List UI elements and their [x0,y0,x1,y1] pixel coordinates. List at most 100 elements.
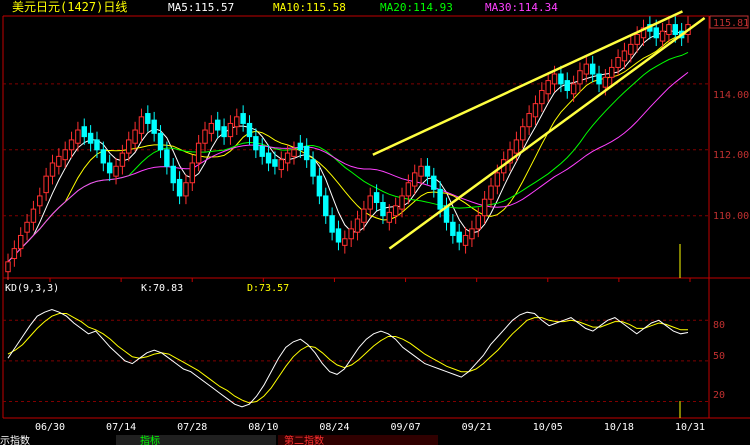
ma5-label: MA5:115.57 [168,1,234,14]
ma30-label: MA30:114.34 [485,1,558,14]
candle-up [666,24,672,35]
candle-up [615,57,621,68]
candle-up [520,126,526,141]
candle-down [246,122,253,138]
candle-up [278,159,284,171]
k-label: K:70.83 [141,283,183,294]
candle-up [628,43,634,55]
candle-up [56,155,62,167]
candle-up [75,129,81,144]
x-tick-label: 10/18 [604,422,634,433]
tab-indicator-label[interactable]: 指标 [140,434,160,445]
candle-up [609,66,615,78]
candle-up [126,139,132,154]
candle-down [596,73,602,85]
kd-ytick-20: 20 [713,390,725,401]
candle-down [100,149,107,164]
candle-up [183,182,189,197]
candle-up [348,228,354,240]
candle-down [145,113,151,124]
x-tick-label: 10/31 [675,422,705,433]
candle-up [577,70,583,85]
candle-up [659,30,666,42]
candle-down [106,162,113,174]
candle-up [195,142,202,164]
candle-up [208,122,215,134]
candle-up [583,63,590,75]
candle-up [513,139,520,154]
candle-up [11,248,18,260]
candle-up [634,33,640,45]
candle-down [450,221,456,236]
candle-down [564,80,570,91]
candle-down [151,119,157,134]
candle-down [157,132,164,151]
candle-down [589,63,596,75]
candle-down [164,149,170,167]
candle-up [37,195,43,207]
candle-down [265,152,272,164]
kd-ytick-80: 80 [713,320,725,331]
chart-canvas: 美元日元(1427)日线 MA5:115.57 MA10:115.58 MA20… [0,0,750,445]
x-tick-label: 09/21 [462,422,492,433]
candle-up [291,149,297,157]
candle-up [5,261,11,273]
candle-up [68,139,75,151]
candle-up [119,152,126,167]
candle-down [221,126,227,138]
candle-down [303,146,310,161]
ma10-label: MA10:115.58 [273,1,346,14]
candle-up [462,234,469,246]
x-tick-label: 08/10 [248,422,278,433]
x-tick-label: 07/28 [177,422,207,433]
candle-up [494,172,501,187]
x-tick-label: 06/30 [35,422,65,433]
candle-down [81,126,87,138]
x-tick-label: 09/07 [391,422,421,433]
candle-down [329,215,335,233]
candle-down [170,165,176,184]
candle-down [558,73,564,85]
candle-down [310,159,316,177]
tab-second-index-label[interactable]: 第二指数 [284,434,324,445]
candle-up [132,129,138,144]
kd-title: KD(9,3,3) [5,283,59,294]
candle-down [87,132,94,144]
candle-down [316,175,323,197]
candle-up [367,195,373,210]
candle-up [138,116,145,134]
kd-ytick-50: 50 [713,351,725,362]
candle-up [284,152,291,164]
candle-up [342,238,348,246]
candle-up [545,80,551,95]
d-label: D:73.57 [247,283,289,294]
ytick-112: 112.00 [713,150,749,161]
candle-down [94,139,100,151]
candle-down [297,142,304,151]
candle-up [202,129,208,144]
candle-up [361,208,367,223]
tab-index[interactable]: 示指数 [0,434,30,445]
candle-up [488,185,494,200]
candle-down [214,119,221,131]
candle-up [418,165,424,177]
candle-up [412,172,418,187]
candle-up [24,221,30,233]
ytick-110: 110.00 [713,211,749,222]
candle-down [253,136,259,151]
candle-up [113,165,119,177]
candle-up [354,218,361,233]
candle-up [469,228,475,240]
candle-up [526,113,532,128]
ytick-114: 114.00 [713,90,749,101]
candle-up [551,73,558,85]
candle-up [30,208,37,223]
candle-down [373,192,380,204]
candle-down [672,24,679,35]
candle-up [621,50,628,62]
candle-up [234,116,240,128]
candle-down [176,178,183,197]
candle-up [392,205,399,217]
candle-up [532,103,539,118]
candle-up [189,162,196,184]
